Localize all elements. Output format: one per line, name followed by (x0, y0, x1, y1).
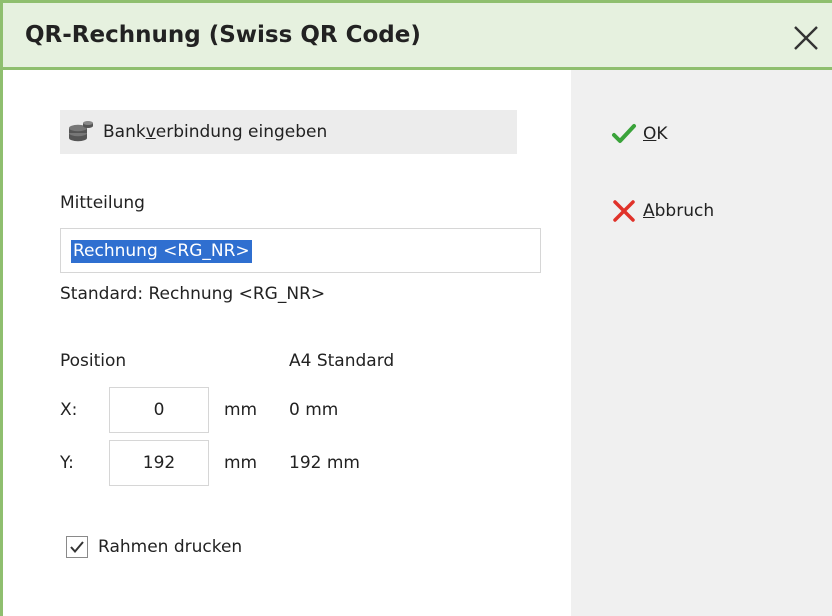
x-unit-label: mm (224, 400, 258, 420)
a4-standard-header: A4 Standard (289, 351, 395, 371)
message-label: Mitteilung (60, 193, 145, 213)
x-standard-value: 0 mm (289, 400, 339, 420)
ok-button[interactable]: OK (611, 117, 668, 151)
title-bar: QR-Rechnung (Swiss QR Code) (3, 0, 832, 70)
print-frame-checkbox[interactable] (66, 536, 88, 558)
message-input-value: Rechnung <RG_NR> (71, 240, 252, 263)
ok-button-label: OK (643, 124, 668, 144)
y-position-input[interactable]: 192 (109, 440, 209, 486)
bank-connection-label: Bankverbindung eingeben (103, 122, 328, 142)
y-unit-label: mm (224, 453, 258, 473)
y-standard-value: 192 mm (289, 453, 360, 473)
checkmark-icon (612, 124, 636, 143)
print-frame-label: Rahmen drucken (98, 537, 243, 557)
message-default-text: Standard: Rechnung <RG_NR> (60, 284, 326, 304)
message-input[interactable]: Rechnung <RG_NR> (60, 228, 541, 273)
x-position-input[interactable]: 0 (109, 387, 209, 433)
checkmark-icon (70, 541, 84, 554)
cancel-button[interactable]: Abbruch (611, 194, 714, 228)
y-label: Y: (60, 453, 74, 473)
qr-invoice-dialog: QR-Rechnung (Swiss QR Code) Bankverbindu… (0, 0, 832, 616)
dialog-title: QR-Rechnung (Swiss QR Code) (25, 22, 421, 48)
coins-icon (69, 121, 93, 142)
position-label: Position (60, 351, 127, 371)
close-icon[interactable] (791, 23, 821, 53)
bank-connection-button[interactable]: Bankverbindung eingeben (60, 110, 517, 154)
cancel-button-label: Abbruch (643, 201, 715, 221)
x-label: X: (60, 400, 78, 420)
cross-icon (613, 200, 635, 222)
action-panel: OK Abbruch (571, 70, 832, 616)
